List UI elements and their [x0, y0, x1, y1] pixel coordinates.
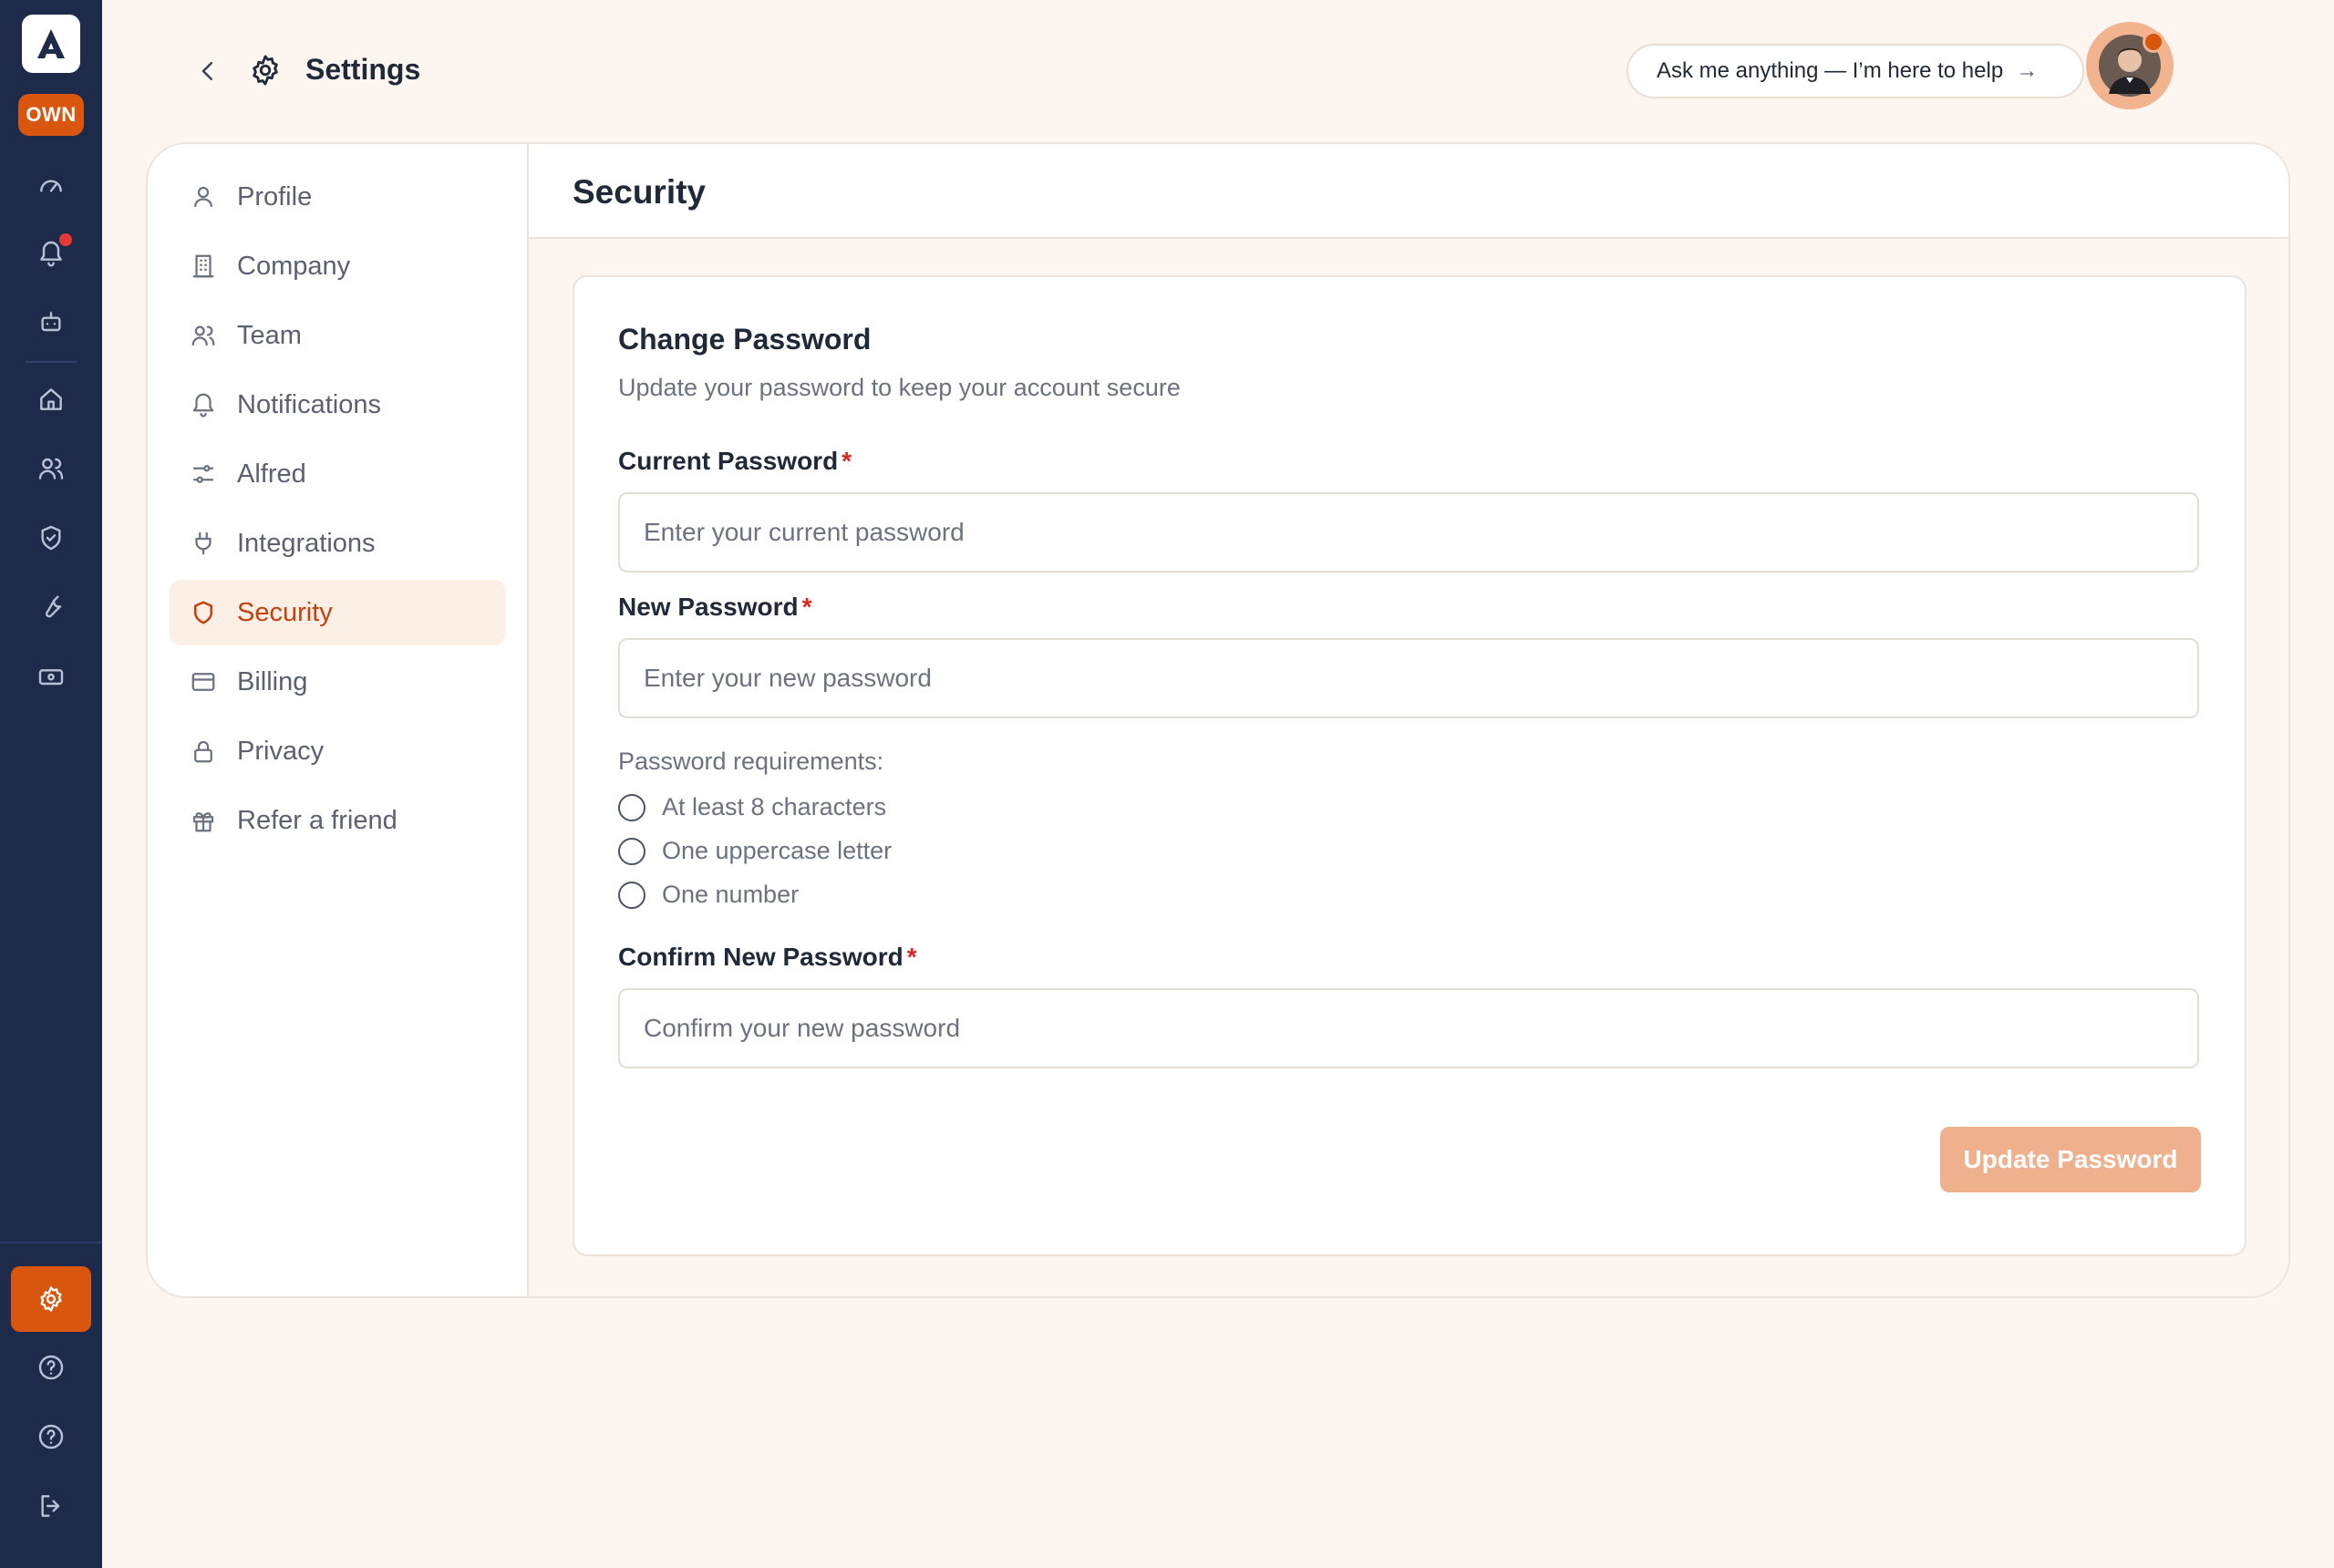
home-icon[interactable]	[33, 381, 69, 418]
sidebar-item-label: Alfred	[237, 459, 306, 489]
new-password-label-text: New Password	[618, 593, 799, 621]
settings-sidebar: Profile Company Team Notifications Alfre…	[148, 144, 529, 1296]
update-password-button[interactable]: Update Password	[1940, 1127, 2201, 1192]
dashboard-icon[interactable]	[33, 168, 69, 204]
required-mark: *	[842, 447, 852, 475]
page-title: Settings	[305, 53, 421, 86]
sidebar-item-label: Security	[237, 597, 333, 627]
users-icon[interactable]	[33, 450, 69, 487]
new-password-input[interactable]	[618, 638, 2199, 718]
requirement-text: At least 8 characters	[662, 793, 887, 820]
rail-divider	[26, 361, 77, 363]
sidebar-item-privacy[interactable]: Privacy	[170, 718, 505, 784]
back-button[interactable]	[191, 55, 224, 88]
sidebar-item-integrations[interactable]: Integrations	[170, 511, 505, 576]
panel-subtitle: Update your password to keep your accoun…	[618, 374, 1181, 401]
settings-icon[interactable]	[11, 1266, 91, 1332]
sidebar-item-alfred[interactable]: Alfred	[170, 441, 505, 507]
circle-icon	[618, 837, 645, 865]
settings-card: Profile Company Team Notifications Alfre…	[146, 142, 2290, 1298]
notification-badge	[57, 231, 75, 249]
robot-icon[interactable]	[33, 304, 69, 341]
user-icon	[194, 186, 212, 208]
rail-divider	[0, 1242, 102, 1243]
bell-icon	[192, 393, 214, 418]
requirement-item: One number	[618, 881, 799, 909]
sidebar-item-billing[interactable]: Billing	[170, 649, 505, 715]
circle-icon	[618, 793, 645, 821]
sidebar-item-label: Profile	[237, 181, 313, 211]
ask-assistant-button[interactable]: Ask me anything — I’m here to help →	[1627, 44, 2084, 98]
chevron-left-icon	[201, 62, 212, 80]
logout-icon[interactable]	[33, 1488, 69, 1524]
current-password-input[interactable]	[618, 492, 2199, 573]
confirm-password-label-text: Confirm New Password	[618, 943, 904, 971]
arrow-right-icon: →	[2016, 58, 2039, 83]
team-icon	[191, 325, 215, 346]
sidebar-item-label: Privacy	[237, 736, 325, 766]
money-icon[interactable]	[33, 658, 69, 695]
sidebar-item-security[interactable]: Security	[170, 580, 505, 645]
sidebar-item-label: Refer a friend	[237, 805, 398, 835]
plug-icon	[195, 531, 212, 555]
current-password-label: Current Password *	[618, 447, 852, 476]
help-icon[interactable]	[33, 1418, 69, 1455]
content-header: Security	[529, 144, 2288, 239]
settings-content: Security Change Password Update your pas…	[529, 144, 2288, 1296]
requirements-title: Password requirements:	[618, 748, 884, 775]
credit-card-icon	[191, 673, 215, 691]
sidebar-item-label: Notifications	[237, 389, 381, 419]
change-password-panel: Change Password Update your password to …	[573, 275, 2246, 1256]
circle-icon	[618, 881, 645, 909]
status-badge	[2143, 31, 2164, 53]
lock-icon	[194, 740, 212, 763]
sidebar-item-label: Billing	[237, 666, 308, 696]
gift-icon	[192, 812, 214, 832]
sliders-icon	[192, 465, 214, 483]
confirm-password-label: Confirm New Password *	[618, 943, 917, 972]
sidebar-item-refer[interactable]: Refer a friend	[170, 788, 505, 853]
section-title: Security	[573, 173, 707, 211]
logo-icon[interactable]	[22, 15, 80, 73]
sidebar-item-team[interactable]: Team	[170, 303, 505, 368]
sidebar-item-label: Integrations	[237, 528, 376, 558]
ask-label: Ask me anything — I’m here to help	[1657, 58, 2004, 83]
requirement-text: One uppercase letter	[662, 837, 893, 864]
help-icon[interactable]	[33, 1349, 69, 1386]
shield-icon[interactable]	[33, 520, 69, 556]
requirement-item: At least 8 characters	[618, 793, 886, 821]
requirement-item: One uppercase letter	[618, 837, 892, 865]
shield-icon	[194, 601, 212, 624]
wrench-icon[interactable]	[33, 589, 69, 625]
new-password-label: New Password *	[618, 593, 812, 622]
panel-title: Change Password	[618, 323, 872, 356]
confirm-password-input[interactable]	[618, 988, 2199, 1068]
requirement-text: One number	[662, 881, 800, 908]
gear-icon	[246, 51, 284, 89]
required-mark: *	[801, 593, 812, 621]
sidebar-item-label: Company	[237, 251, 351, 281]
sidebar-item-company[interactable]: Company	[170, 233, 505, 299]
own-badge[interactable]: OWN	[18, 94, 84, 136]
sidebar-item-profile[interactable]: Profile	[170, 164, 505, 230]
current-password-label-text: Current Password	[618, 447, 839, 475]
sidebar-item-label: Team	[237, 320, 302, 350]
sidebar-item-notifications[interactable]: Notifications	[170, 372, 505, 438]
required-mark: *	[906, 943, 917, 971]
building-icon	[192, 254, 214, 278]
app-rail: OWN	[0, 0, 102, 1568]
